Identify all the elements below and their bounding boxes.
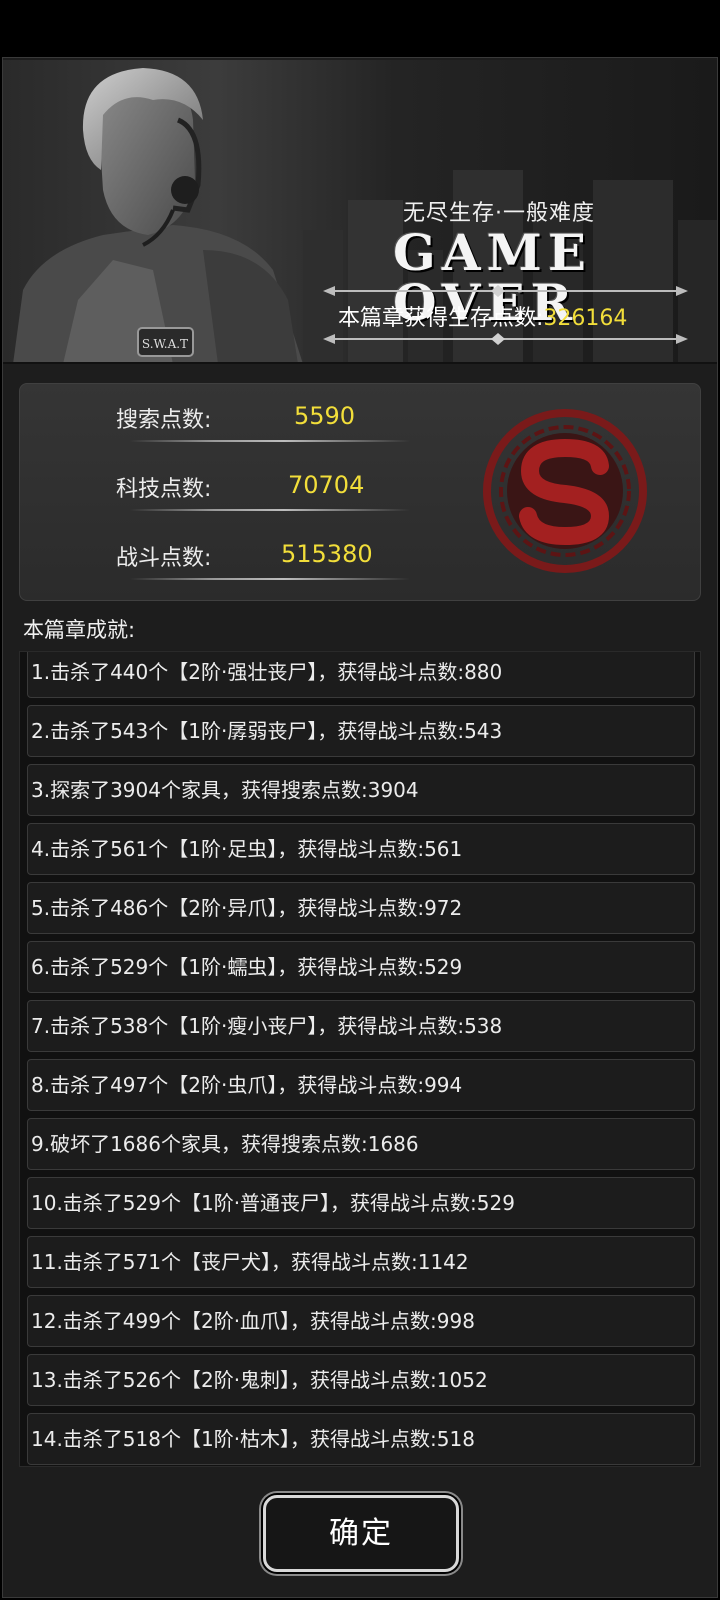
divider-ornament-bottom: [323, 333, 688, 345]
achievements-list[interactable]: 1.击杀了440个【2阶·强壮丧尸】，获得战斗点数:880 2.击杀了543个【1…: [19, 651, 701, 1467]
list-item: 13.击杀了526个【2阶·鬼刺】，获得战斗点数:1052: [27, 1354, 695, 1406]
stat-divider: [130, 440, 410, 442]
list-item: 6.击杀了529个【1阶·蠕虫】，获得战斗点数:529: [27, 941, 695, 993]
stats-panel: 搜索点数: 5590 科技点数: 70704 战斗点数: 515380: [19, 383, 701, 601]
list-item: 4.击杀了561个【1阶·足虫】，获得战斗点数:561: [27, 823, 695, 875]
list-item: 12.击杀了499个【2阶·血爪】，获得战斗点数:998: [27, 1295, 695, 1347]
divider-ornament-top: [323, 285, 688, 297]
list-item: 7.击杀了538个【1阶·瘦小丧尸】，获得战斗点数:538: [27, 1000, 695, 1052]
list-item: 14.击杀了518个【1阶·枯木】，获得战斗点数:518: [27, 1413, 695, 1465]
stat-divider: [130, 509, 410, 511]
stat-label: 战斗点数:: [116, 546, 212, 571]
stat-divider: [130, 578, 410, 580]
stat-label: 科技点数:: [116, 477, 212, 502]
list-item: 3.探索了3904个家具，获得搜索点数:3904: [27, 764, 695, 816]
list-item: 2.击杀了543个【1阶·孱弱丧尸】，获得战斗点数:543: [27, 705, 695, 757]
stat-value: 70704: [288, 471, 365, 499]
soldier-portrait: S.W.A.T: [13, 68, 303, 362]
list-item: 9.破坏了1686个家具，获得搜索点数:1686: [27, 1118, 695, 1170]
s-emblem-icon: [483, 409, 647, 573]
list-item: 10.击杀了529个【1阶·普通丧尸】，获得战斗点数:529: [27, 1177, 695, 1229]
chapter-points-label: 本篇章获得生存点数:: [338, 306, 544, 331]
achievements-title: 本篇章成就:: [23, 618, 136, 642]
stat-row-tech: 科技点数: 70704: [20, 461, 420, 511]
stat-value: 515380: [281, 540, 373, 568]
header-banner: S.W.A.T 无尽生存·一般难度 GAME OVER 本篇章获得生存点数:32…: [3, 60, 717, 364]
chapter-points: 本篇章获得生存点数:326164: [338, 300, 627, 332]
chapter-points-value: 326164: [543, 306, 628, 331]
list-item: 8.击杀了497个【2阶·虫爪】，获得战斗点数:994: [27, 1059, 695, 1111]
confirm-button[interactable]: 确定: [263, 1495, 459, 1572]
stat-label: 搜索点数:: [116, 408, 212, 433]
game-over-line1: GAME: [393, 223, 592, 282]
stat-row-search: 搜索点数: 5590: [20, 392, 420, 442]
swat-badge: S.W.A.T: [142, 337, 188, 351]
list-item: 1.击杀了440个【2阶·强壮丧尸】，获得战斗点数:880: [27, 652, 695, 698]
list-item: 5.击杀了486个【2阶·异爪】，获得战斗点数:972: [27, 882, 695, 934]
list-item: 11.击杀了571个【丧尸犬】，获得战斗点数:1142: [27, 1236, 695, 1288]
stat-value: 5590: [294, 402, 356, 430]
stat-row-combat: 战斗点数: 515380: [20, 530, 420, 580]
